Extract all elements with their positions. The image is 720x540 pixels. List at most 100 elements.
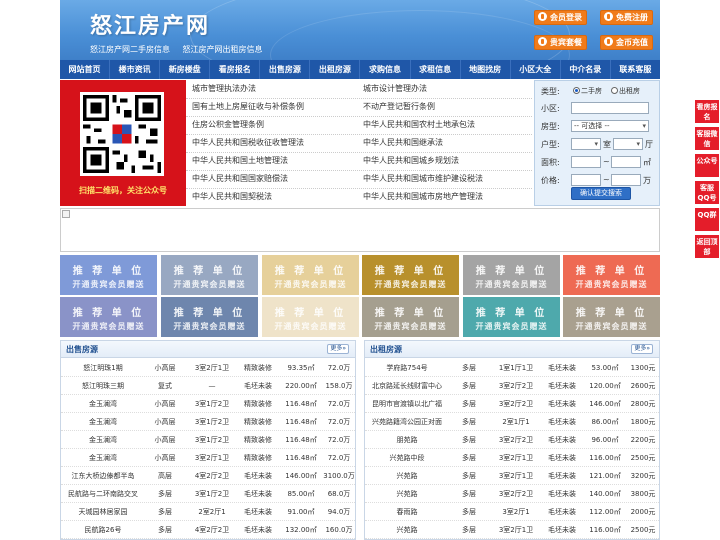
- house-type-select[interactable]: -- 可选择 --: [571, 120, 649, 132]
- listing-row[interactable]: 兴苑路籍湾公园正对面 多层 2室1厅1 毛坯未装 86.00㎡ 1800元: [365, 413, 659, 431]
- recommended-unit-ad[interactable]: 推 荐 单 位开通贵宾会员赠送: [362, 255, 459, 295]
- listing-row[interactable]: 兴苑路 多层 3室2厅1卫 毛坯未装 116.00㎡ 2500元: [365, 521, 659, 539]
- listing-location[interactable]: 学府路754号: [367, 359, 447, 377]
- nav-viewing-signup[interactable]: 看房报名: [210, 60, 261, 79]
- nav-communities[interactable]: 小区大全: [511, 60, 561, 79]
- nav-agents[interactable]: 中介名录: [561, 60, 611, 79]
- listing-row[interactable]: 兴苑路中段 多层 3室2厅1卫 毛坯未装 116.00㎡ 2500元: [365, 449, 659, 467]
- law-link[interactable]: 中华人民共和国城乡规划法: [363, 153, 459, 169]
- listing-location[interactable]: 兴苑路: [367, 485, 447, 503]
- listing-row[interactable]: 朋苑路 多层 3室2厅2卫 毛坯未装 96.00㎡ 2200元: [365, 431, 659, 449]
- listing-location[interactable]: 金玉澜湾: [63, 449, 143, 467]
- nav-news[interactable]: 楼市资讯: [110, 60, 161, 79]
- price-min-input[interactable]: [571, 174, 601, 186]
- nav-new-homes[interactable]: 新房楼盘: [160, 60, 211, 79]
- nav-want-buy[interactable]: 求购信息: [360, 60, 411, 79]
- float-qq-group[interactable]: QQ群: [695, 208, 719, 232]
- banner-ad[interactable]: [60, 208, 660, 252]
- listing-row[interactable]: 怒江明珠三期 复式 — 毛坯未装 220.00㎡ 158.0万: [61, 377, 355, 395]
- listing-location[interactable]: 天城园林居家园: [63, 503, 143, 521]
- listing-row[interactable]: 金玉澜湾 小高层 3室1厅2卫 精致装修 116.48㎡ 72.0万: [61, 413, 355, 431]
- float-viewing-signup[interactable]: 看房报名: [695, 100, 719, 124]
- listing-location[interactable]: 兴苑路: [367, 521, 447, 539]
- law-link[interactable]: 中华人民共和国城市维护建设税法: [363, 171, 483, 187]
- recommended-unit-ad[interactable]: 推 荐 单 位开通贵宾会员赠送: [563, 255, 660, 295]
- area-min-input[interactable]: [571, 156, 601, 168]
- nav-home[interactable]: 网站首页: [60, 60, 111, 79]
- law-link[interactable]: 中华人民共和国国家赔偿法: [192, 171, 288, 187]
- law-link[interactable]: 中华人民共和国税收征收管理法: [192, 135, 304, 151]
- radio-second-hand[interactable]: 二手房: [573, 86, 602, 96]
- listing-location[interactable]: 春雨路: [367, 503, 447, 521]
- nav-for-rent[interactable]: 出租房源: [310, 60, 361, 79]
- nav-contact[interactable]: 联系客服: [611, 60, 660, 79]
- recommended-unit-ad[interactable]: 推 荐 单 位开通贵宾会员赠送: [262, 297, 359, 337]
- gold-recharge-button[interactable]: 金币充值: [600, 35, 653, 50]
- rent-more-link[interactable]: 更多»: [631, 344, 653, 354]
- community-input[interactable]: [571, 102, 649, 114]
- listing-row[interactable]: 天城园林居家园 多层 2室2厅1 毛坯未装 91.00㎡ 94.0万: [61, 503, 355, 521]
- law-link[interactable]: 中华人民共和国契税法: [192, 189, 272, 205]
- law-link[interactable]: 中华人民共和国继承法: [363, 135, 443, 151]
- listing-row[interactable]: 学府路754号 多层 1室1厅1卫 毛坯未装 53.00㎡ 1300元: [365, 359, 659, 377]
- free-register-button[interactable]: 免费注册: [600, 10, 653, 25]
- header-link-sale[interactable]: 怒江房产网二手房信息: [90, 45, 170, 54]
- recommended-unit-ad[interactable]: 推 荐 单 位开通贵宾会员赠送: [60, 255, 157, 295]
- law-link[interactable]: 住房公积金管理条例: [192, 117, 264, 133]
- law-link[interactable]: 中华人民共和国城市房地产管理法: [363, 189, 483, 205]
- sale-more-link[interactable]: 更多»: [327, 344, 349, 354]
- listing-row[interactable]: 春雨路 多层 3室2厅1 毛坯未装 112.00㎡ 2000元: [365, 503, 659, 521]
- law-link[interactable]: 中华人民共和国土地管理法: [192, 153, 288, 169]
- member-login-button[interactable]: 会员登录: [534, 10, 587, 25]
- listing-location[interactable]: 金玉澜湾: [63, 395, 143, 413]
- listing-row[interactable]: 北京路延长线财富中心 多层 3室2厅2卫 毛坯未装 120.00㎡ 2600元: [365, 377, 659, 395]
- listing-location[interactable]: 兴苑路中段: [367, 449, 447, 467]
- listing-location[interactable]: 朋苑路: [367, 431, 447, 449]
- listing-row[interactable]: 江东大桥边傣都半岛 高层 4室2厅2卫 毛坯未装 146.00㎡ 3100.0万: [61, 467, 355, 485]
- listing-row[interactable]: 金玉澜湾 小高层 3室2厅1卫 精致装修 116.48㎡ 72.0万: [61, 449, 355, 467]
- search-submit-button[interactable]: 确认提交搜索: [571, 187, 631, 200]
- room-select[interactable]: [571, 138, 601, 150]
- area-max-input[interactable]: [611, 156, 641, 168]
- listing-location[interactable]: 民航路与二环南路交叉: [63, 485, 143, 503]
- listing-location[interactable]: 兴苑路籍湾公园正对面: [367, 413, 447, 431]
- listing-row[interactable]: 兴苑路 多层 3室2厅2卫 毛坯未装 140.00㎡ 3800元: [365, 485, 659, 503]
- listing-location[interactable]: 昆明市官渡镇以北广福: [367, 395, 447, 413]
- law-link[interactable]: 城市管理执法办法: [192, 81, 256, 97]
- listing-row[interactable]: 民航路26号 多层 4室2厅2卫 毛坯未装 132.00㎡ 160.0万: [61, 521, 355, 539]
- law-link[interactable]: 不动产登记暂行条例: [363, 99, 435, 115]
- hall-select[interactable]: [613, 138, 643, 150]
- listing-row[interactable]: 金玉澜湾 小高层 3室1厅2卫 精致装修 116.48㎡ 72.0万: [61, 395, 355, 413]
- recommended-unit-ad[interactable]: 推 荐 单 位开通贵宾会员赠送: [362, 297, 459, 337]
- law-link[interactable]: 国有土地上房屋征收与补偿条例: [192, 99, 304, 115]
- vip-package-button[interactable]: 贵宾套餐: [534, 35, 587, 50]
- listing-location[interactable]: 江东大桥边傣都半岛: [63, 467, 143, 485]
- listing-location[interactable]: 怒江明珠1期: [63, 359, 143, 377]
- site-logo[interactable]: 怒江房产网: [90, 8, 210, 40]
- recommended-unit-ad[interactable]: 推 荐 单 位开通贵宾会员赠送: [463, 297, 560, 337]
- nav-want-rent[interactable]: 求租信息: [411, 60, 461, 79]
- law-link[interactable]: 中华人民共和国农村土地承包法: [363, 117, 475, 133]
- listing-location[interactable]: 民航路26号: [63, 521, 143, 539]
- listing-location[interactable]: 怒江明珠三期: [63, 377, 143, 395]
- float-back-to-top[interactable]: 返回顶部: [695, 235, 719, 259]
- listing-row[interactable]: 金玉澜湾 小高层 3室1厅2卫 精致装修 116.48㎡ 72.0万: [61, 431, 355, 449]
- listing-row[interactable]: 昆明市官渡镇以北广福 多层 3室2厅2卫 毛坯未装 146.00㎡ 2800元: [365, 395, 659, 413]
- listing-row[interactable]: 怒江明珠1期 小高层 3室2厅1卫 精致装修 93.35㎡ 72.0万: [61, 359, 355, 377]
- nav-map-search[interactable]: 地图找房: [461, 60, 511, 79]
- listing-location[interactable]: 金玉澜湾: [63, 431, 143, 449]
- radio-rental[interactable]: 出租房: [611, 86, 640, 96]
- float-service-wechat[interactable]: 客服微信: [695, 127, 719, 151]
- header-link-rent[interactable]: 怒江房产网出租房信息: [183, 45, 263, 54]
- law-link[interactable]: 城市设计管理办法: [363, 81, 427, 97]
- recommended-unit-ad[interactable]: 推 荐 单 位开通贵宾会员赠送: [161, 255, 258, 295]
- float-official-account[interactable]: 公众号: [695, 154, 719, 178]
- recommended-unit-ad[interactable]: 推 荐 单 位开通贵宾会员赠送: [463, 255, 560, 295]
- recommended-unit-ad[interactable]: 推 荐 单 位开通贵宾会员赠送: [161, 297, 258, 337]
- listing-row[interactable]: 民航路与二环南路交叉 多层 3室1厅2卫 毛坯未装 85.00㎡ 68.0万: [61, 485, 355, 503]
- listing-location[interactable]: 北京路延长线财富中心: [367, 377, 447, 395]
- nav-for-sale[interactable]: 出售房源: [260, 60, 311, 79]
- listing-location[interactable]: 兴苑路: [367, 467, 447, 485]
- float-service-qq[interactable]: 客服QQ号: [695, 181, 719, 205]
- recommended-unit-ad[interactable]: 推 荐 单 位开通贵宾会员赠送: [262, 255, 359, 295]
